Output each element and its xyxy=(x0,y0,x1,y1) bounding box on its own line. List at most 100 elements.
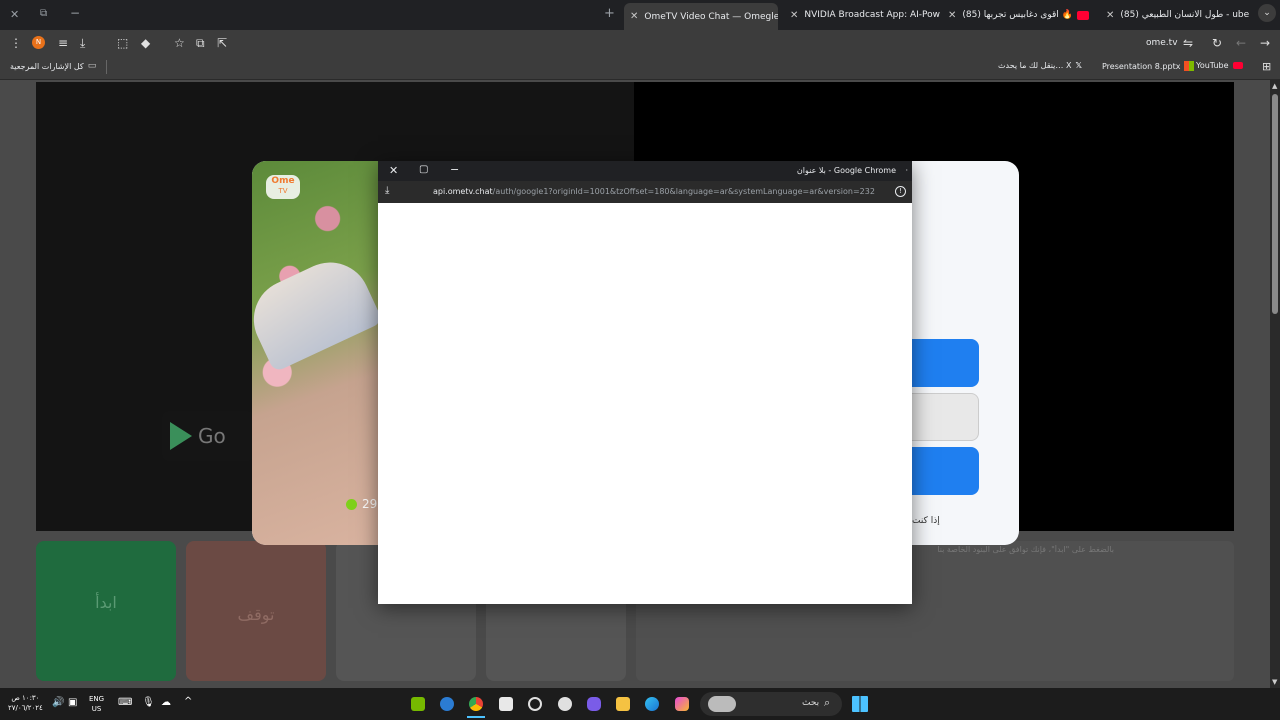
profile-avatar[interactable]: N xyxy=(32,36,45,49)
language-indicator[interactable]: ENG US xyxy=(89,694,104,714)
tab-strip: ✕ ⧉ − + ✕ (85) طول الانسان الطبيعي - ube… xyxy=(0,0,1280,30)
file-explorer-icon[interactable] xyxy=(616,697,630,711)
scroll-down-icon[interactable]: ▼ xyxy=(1272,678,1277,686)
popup-close-icon[interactable]: ✕ xyxy=(389,164,398,177)
translate-icon[interactable]: ⧉ xyxy=(196,30,205,56)
bookmark-youtube[interactable]: YouTube xyxy=(1196,61,1243,70)
extensions-icon[interactable]: ≡ xyxy=(58,30,68,56)
folder-icon: ▭ xyxy=(87,61,97,71)
google-play-icon xyxy=(170,422,192,450)
tab-youtube-jokes[interactable]: ✕ (85) اقوى دغابيس تجربها 🔥 xyxy=(942,4,1100,26)
settings-app-icon[interactable] xyxy=(558,697,572,711)
chrome-app-icon[interactable] xyxy=(469,697,483,711)
popup-titlebar: ✕ ▢ − بلا عنوان - Google Chrome · xyxy=(378,161,912,181)
popup-url-bar[interactable]: ⤓ api.ometv.chat/auth/google1?originId=1… xyxy=(378,181,912,203)
clock[interactable]: ١٠:٣٠ ص ٢٧/٠٦/٢٠٢٤ xyxy=(8,693,43,713)
search-icon: ⌕ xyxy=(824,696,831,709)
address-bar[interactable]: ome.tv xyxy=(1146,38,1178,48)
discord-app-icon[interactable] xyxy=(587,697,601,711)
tab-search-icon[interactable]: ⌄ xyxy=(1258,4,1276,22)
tab-title: (85) طول الانسان الطبيعي - ube xyxy=(1120,10,1250,20)
browser-app-icon[interactable] xyxy=(440,697,454,711)
download-icon[interactable]: ⤓ xyxy=(80,30,85,56)
ometv-logo: Ome TV xyxy=(266,175,300,199)
google-play-badge[interactable]: Go xyxy=(162,411,254,461)
new-tab-icon[interactable]: + xyxy=(604,6,615,21)
windows-start-icon[interactable] xyxy=(852,696,868,712)
stop-button-label: توقف xyxy=(237,605,275,624)
close-window-icon[interactable]: ✕ xyxy=(10,8,19,21)
start-button[interactable]: ابدأ xyxy=(36,541,176,681)
google-auth-popup: ✕ ▢ − بلا عنوان - Google Chrome · ⤓ api.… xyxy=(378,161,912,604)
scroll-up-icon[interactable]: ▲ xyxy=(1272,82,1277,90)
mouse-cursor-icon xyxy=(810,401,815,413)
scrollbar-thumb[interactable] xyxy=(1272,94,1278,314)
share-icon[interactable]: ⇱ xyxy=(217,30,227,56)
logo-top-text: Ome xyxy=(271,176,295,186)
taskbar-search[interactable]: بحث ⌕ xyxy=(700,692,842,716)
volume-icon[interactable]: 🔊 xyxy=(52,697,64,708)
copilot-app-icon[interactable] xyxy=(675,697,689,711)
stop-button[interactable]: توقف xyxy=(186,541,326,681)
youtube-icon xyxy=(1232,62,1243,69)
puzzle-icon[interactable]: ⬚ xyxy=(117,30,128,56)
logo-bottom-text: TV xyxy=(278,187,288,195)
bookmark-divider xyxy=(106,60,107,74)
microphone-icon[interactable]: 🎙 xyxy=(142,697,155,708)
all-bookmarks[interactable]: كل الإشارات المرجعية ▭ xyxy=(10,61,96,71)
network-icon[interactable]: ▣ xyxy=(68,697,77,708)
clock-app-icon[interactable] xyxy=(528,697,542,711)
keyboard-icon[interactable]: ⌨ xyxy=(118,697,132,708)
close-tab-icon[interactable]: ✕ xyxy=(790,10,798,21)
bookmark-star-icon[interactable]: ☆ xyxy=(174,30,185,56)
login-option-button-1[interactable] xyxy=(912,339,979,387)
online-indicator-icon xyxy=(346,499,357,510)
lang-top: ENG xyxy=(89,695,105,703)
lang-bottom: US xyxy=(91,705,102,713)
restore-window-icon[interactable]: ⧉ xyxy=(40,8,47,19)
popup-maximize-icon[interactable]: ▢ xyxy=(419,164,428,175)
site-settings-icon[interactable]: ⇋ xyxy=(1183,30,1193,56)
menu-icon[interactable]: ⋮ xyxy=(10,30,22,56)
minimize-window-icon[interactable]: − xyxy=(70,6,80,20)
search-highlight-icon xyxy=(708,696,736,712)
store-app-icon[interactable] xyxy=(499,697,513,711)
site-info-icon[interactable]: ! xyxy=(895,186,906,197)
start-button-label: ابدأ xyxy=(95,593,117,612)
tab-youtube-height[interactable]: ✕ (85) طول الانسان الطبيعي - ube xyxy=(1100,4,1252,26)
close-tab-icon[interactable]: ✕ xyxy=(630,11,638,22)
bookmark-label: ينقل لك ما يحدث… X xyxy=(998,61,1072,70)
google-play-label: Go xyxy=(198,424,226,448)
tab-title: NVIDIA Broadcast App: AI-Pow xyxy=(804,10,940,20)
bookmarks-bar: كل الإشارات المرجعية ▭ ينقل لك ما يحدث… … xyxy=(0,56,1280,80)
popup-url-host: api.ometv.chat xyxy=(433,187,493,196)
search-label: بحث xyxy=(802,698,820,708)
tray-expand-icon[interactable]: ^ xyxy=(184,696,192,707)
tab-nvidia[interactable]: ✕ NVIDIA Broadcast App: AI-Pow xyxy=(784,4,942,26)
forward-icon[interactable]: ← xyxy=(1236,30,1246,56)
bookmark-x[interactable]: ينقل لك ما يحدث… X 𝕏 xyxy=(998,61,1082,70)
login-option-button-3[interactable] xyxy=(912,447,979,495)
popup-download-icon[interactable]: ⤓ xyxy=(385,185,389,196)
login-option-button-2[interactable] xyxy=(912,393,979,441)
back-icon[interactable]: → xyxy=(1260,30,1270,56)
extension-diamond-icon[interactable]: ◆ xyxy=(141,30,150,56)
edge-app-icon[interactable] xyxy=(645,697,659,711)
bookmark-label: YouTube xyxy=(1196,61,1229,70)
tab-ometv[interactable]: ✕ OmeTV Video Chat — Omegle xyxy=(624,3,778,30)
popup-url-path: /auth/google1?originId=1001&tzOffset=180… xyxy=(492,187,875,196)
bookmark-label: Presentation 8.pptx xyxy=(1102,61,1181,71)
reload-icon[interactable]: ↻ xyxy=(1212,30,1222,56)
promo-photo: Ome TV 29 xyxy=(252,161,378,545)
apps-grid-icon[interactable]: ⊞ xyxy=(1262,60,1271,73)
browser-toolbar: ⋮ N ≡ ⤓ ⬚ ◆ ☆ ⧉ ⇱ ome.tv ⇋ ↻ ← → xyxy=(0,30,1280,56)
nvidia-app-icon[interactable] xyxy=(411,697,425,711)
clock-date: ٢٧/٠٦/٢٠٢٤ xyxy=(8,704,43,712)
onedrive-icon[interactable]: ☁ xyxy=(161,697,171,708)
x-logo-icon: 𝕏 xyxy=(1075,61,1082,70)
bookmark-presentation[interactable]: Presentation 8.pptx xyxy=(1102,61,1195,71)
close-tab-icon[interactable]: ✕ xyxy=(1106,10,1114,21)
close-tab-icon[interactable]: ✕ xyxy=(948,10,956,21)
popup-minimize-icon[interactable]: − xyxy=(450,163,459,176)
microsoft-icon xyxy=(1184,61,1195,71)
